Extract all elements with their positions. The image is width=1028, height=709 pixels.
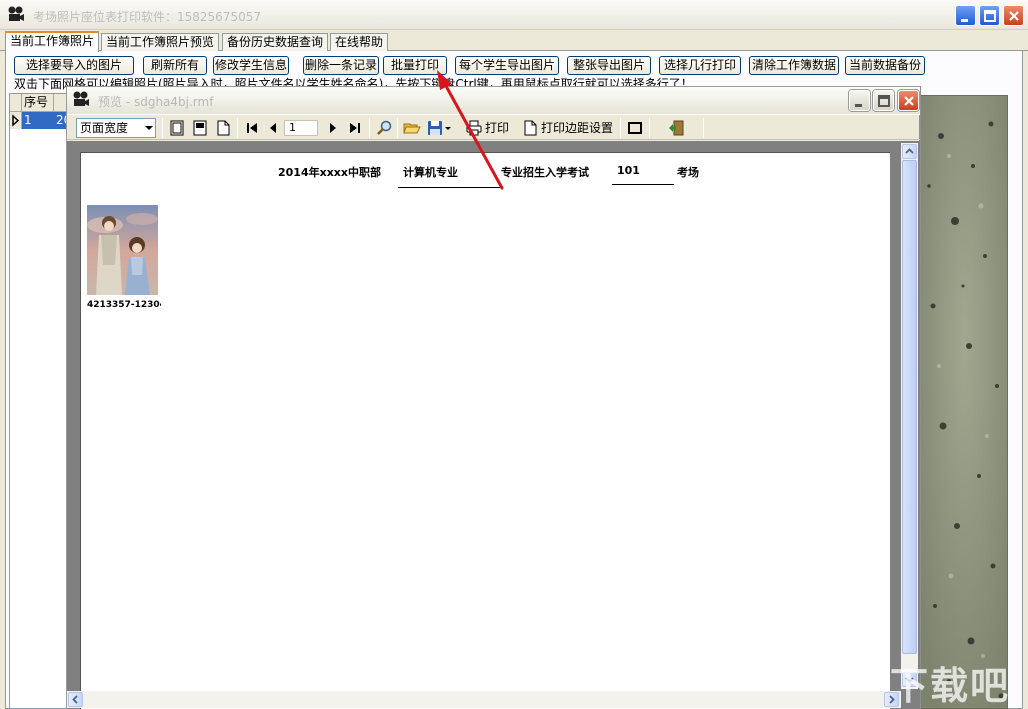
two-page-icon[interactable] xyxy=(191,119,209,137)
tab-backup-history[interactable]: 备份历史数据查询 xyxy=(222,33,329,51)
grid-header-seq[interactable]: 序号 xyxy=(22,94,54,112)
toolbar-separator xyxy=(649,118,650,138)
next-page-icon[interactable] xyxy=(324,119,342,137)
toolbar-separator xyxy=(397,118,398,138)
frame-icon[interactable] xyxy=(626,119,644,137)
search-icon[interactable] xyxy=(375,119,393,137)
doc-exam-name: 专业招生入学考试 xyxy=(501,166,589,179)
vertical-scrollbar[interactable] xyxy=(901,143,918,689)
main-titlebar[interactable]: 考场照片座位表打印软件：15825675057 xyxy=(0,0,1028,30)
close-button[interactable] xyxy=(1003,5,1024,26)
stone-texture-image xyxy=(920,95,1008,709)
zoom-value: 页面宽度 xyxy=(80,121,129,135)
toolbar-separator xyxy=(162,118,163,138)
room-underline xyxy=(612,184,674,185)
zoom-select[interactable]: 页面宽度 xyxy=(76,118,156,138)
open-folder-icon[interactable] xyxy=(403,119,421,137)
scroll-left-icon[interactable] xyxy=(68,692,83,707)
exit-icon[interactable] xyxy=(667,119,685,137)
preview-toolbar: 页面宽度 1 打印 打印边距设置 xyxy=(67,114,920,140)
one-page-icon[interactable] xyxy=(168,119,186,137)
first-page-icon[interactable] xyxy=(243,119,261,137)
tab-photo-preview[interactable]: 当前工作簿照片预览 xyxy=(101,33,220,51)
photo-caption: 4213357-12304 xyxy=(87,300,161,310)
student-photo xyxy=(87,205,158,295)
printer-icon[interactable] xyxy=(465,119,483,137)
save-icon[interactable] xyxy=(426,119,444,137)
doc-room-label: 考场 xyxy=(677,166,699,179)
chevron-down-icon[interactable] xyxy=(443,119,453,137)
page-setup-icon[interactable] xyxy=(521,119,539,137)
tab-current-workbook-photos[interactable]: 当前工作簿照片 xyxy=(5,31,100,52)
film-camera-icon xyxy=(6,5,26,25)
preview-title: 预览 - sdgha4bj.rmf xyxy=(98,95,214,109)
preview-minimize-button[interactable] xyxy=(849,90,870,111)
major-underline xyxy=(398,187,500,188)
export-each-student-button[interactable]: 每个学生导出图片 xyxy=(455,56,559,75)
preview-titlebar[interactable]: 预览 - sdgha4bj.rmf xyxy=(67,87,920,114)
doc-major: 计算机专业 xyxy=(403,166,458,179)
preview-maximize-button[interactable] xyxy=(873,90,894,111)
toolbar-separator xyxy=(369,118,370,138)
import-images-button[interactable]: 选择要导入的图片 xyxy=(14,56,134,75)
margin-setup-label[interactable]: 打印边距设置 xyxy=(541,120,613,136)
delete-record-button[interactable]: 删除一条记录 xyxy=(303,56,379,75)
horizontal-scrollbar[interactable] xyxy=(67,691,901,708)
window-title: 考场照片座位表打印软件：15825675057 xyxy=(33,10,261,24)
page-width-icon[interactable] xyxy=(214,119,232,137)
preview-close-button[interactable] xyxy=(898,90,919,111)
page-number-input[interactable]: 1 xyxy=(284,120,318,136)
maximize-button[interactable] xyxy=(979,5,1000,26)
tab-online-help[interactable]: 在线帮助 xyxy=(330,33,389,51)
row-pointer-icon xyxy=(10,112,22,129)
preview-client-area[interactable]: 2014年xxxx中职部 计算机专业 专业招生入学考试 101 考场 42133… xyxy=(67,141,920,709)
edit-student-button[interactable]: 修改学生信息 xyxy=(213,56,289,75)
refresh-all-button[interactable]: 刷新所有 xyxy=(143,56,207,75)
film-camera-icon xyxy=(71,90,91,110)
doc-school-name: 2014年xxxx中职部 xyxy=(278,166,381,179)
watermark-text: 下载吧 xyxy=(890,664,1011,708)
prev-page-icon[interactable] xyxy=(264,119,282,137)
print-label[interactable]: 打印 xyxy=(485,120,509,136)
tab-strip: 当前工作簿照片 当前工作簿照片预览 备份历史数据查询 在线帮助 xyxy=(0,31,1028,52)
toolbar-separator xyxy=(237,118,238,138)
scrollbar-thumb[interactable] xyxy=(902,160,917,654)
chevron-down-icon xyxy=(143,120,155,136)
main-window: 考场照片座位表打印软件：15825675057 当前工作簿照片 当前工作簿照片预… xyxy=(0,0,1028,709)
grid-corner xyxy=(10,94,22,112)
last-page-icon[interactable] xyxy=(346,119,364,137)
document-page: 2014年xxxx中职部 计算机专业 专业招生入学考试 101 考场 42133… xyxy=(80,152,890,709)
toolbar-separator xyxy=(620,118,621,138)
export-whole-image-button[interactable]: 整张导出图片 xyxy=(567,56,651,75)
print-selected-rows-button[interactable]: 选择几行打印 xyxy=(659,56,741,75)
scroll-up-icon[interactable] xyxy=(902,144,917,159)
clear-workbook-button[interactable]: 清除工作簿数据 xyxy=(749,56,839,75)
data-grid[interactable]: 序号 1 20 xyxy=(9,93,70,709)
backup-data-button[interactable]: 当前数据备份 xyxy=(845,56,925,75)
toolbar-separator xyxy=(703,118,704,138)
minimize-button[interactable] xyxy=(955,5,976,26)
doc-room-number: 101 xyxy=(617,164,640,177)
preview-window: 预览 - sdgha4bj.rmf 页面宽度 1 打印 打印边距设置 2014年… xyxy=(66,86,921,709)
grid-cell-seq[interactable]: 1 xyxy=(22,112,54,129)
batch-print-button[interactable]: 批量打印 xyxy=(383,56,447,75)
